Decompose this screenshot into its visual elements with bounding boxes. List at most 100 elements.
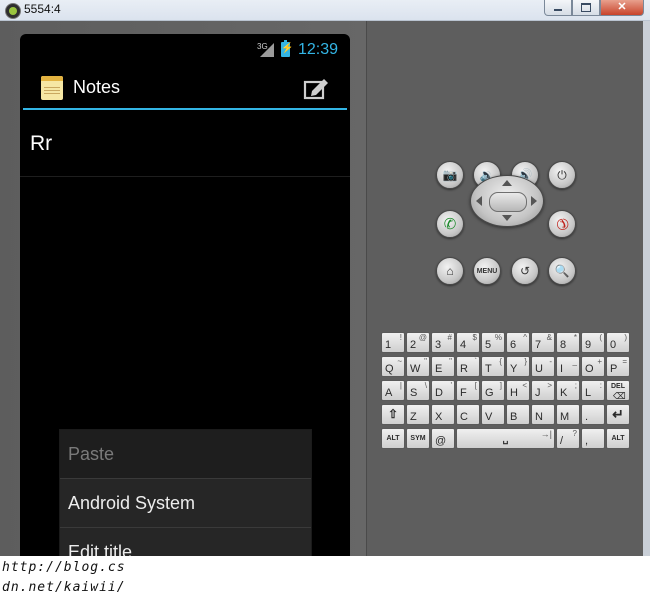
key[interactable]: K;: [556, 380, 580, 401]
key[interactable]: C: [456, 404, 480, 425]
key[interactable]: Z: [406, 404, 430, 425]
close-button[interactable]: [600, 0, 644, 16]
phone-screen: 3G 12:39 Notes Rr: [20, 34, 350, 556]
dpad-left-arrow-icon[interactable]: [476, 196, 482, 206]
alt-key[interactable]: ALT: [606, 428, 630, 449]
dpad-down-arrow-icon[interactable]: [502, 215, 512, 221]
maximize-button[interactable]: [572, 0, 600, 16]
key[interactable]: 2 @: [406, 332, 430, 353]
menu-button[interactable]: MENU: [473, 257, 501, 285]
key[interactable]: O +: [581, 356, 605, 377]
emulator-controls-panel: [366, 21, 644, 556]
key[interactable]: B: [506, 404, 530, 425]
compose-note-button[interactable]: [302, 75, 330, 101]
note-title: Rr: [30, 132, 53, 155]
window-titlebar: 5554:4: [0, 0, 650, 21]
key[interactable]: A |: [381, 380, 405, 401]
key[interactable]: I _: [556, 356, 580, 377]
key[interactable]: 1!: [381, 332, 405, 353]
key[interactable]: 5%: [481, 332, 505, 353]
key[interactable]: W ": [406, 356, 430, 377]
key[interactable]: F[: [456, 380, 480, 401]
window-controls: [544, 0, 644, 16]
watermark-line-1: http://blog.cs: [2, 560, 126, 575]
status-bar: 3G 12:39: [20, 34, 350, 64]
home-icon: ⌂: [446, 264, 454, 278]
enter-key[interactable]: ↵: [606, 404, 630, 425]
emulator-body: 3G 12:39 Notes Rr: [0, 21, 650, 556]
status-clock: 12:39: [298, 41, 339, 58]
alt-key[interactable]: ALT: [381, 428, 405, 449]
end-call-icon: ✆: [551, 213, 573, 235]
key[interactable]: 9(: [581, 332, 605, 353]
power-icon: ⏻: [557, 167, 567, 182]
key[interactable]: H <: [506, 380, 530, 401]
key[interactable]: 6 ^: [506, 332, 530, 353]
key[interactable]: 0): [606, 332, 630, 353]
key[interactable]: G]: [481, 380, 505, 401]
compose-icon: [303, 79, 328, 100]
call-button[interactable]: ✆: [436, 210, 464, 238]
sym-key[interactable]: SYM: [406, 428, 430, 449]
key[interactable]: Q ~: [381, 356, 405, 377]
menu-item-label: Android System: [68, 493, 196, 513]
key[interactable]: 3 #: [431, 332, 455, 353]
delete-key[interactable]: DEL ⌫: [606, 380, 630, 401]
power-button[interactable]: ⏻: [548, 161, 576, 189]
watermark-line-2: dn.net/kaiwii/: [2, 580, 126, 595]
signal-icon: [260, 43, 274, 57]
key[interactable]: ,: [581, 428, 605, 449]
key[interactable]: J >: [531, 380, 555, 401]
menu-label: MENU: [476, 267, 498, 275]
key[interactable]: E ": [431, 356, 455, 377]
window-title: 5554:4: [24, 2, 61, 16]
hardware-keyboard: 1! 2 @ 3 # 4 $ 5% 6 ^ 7 & 8 * 9( 0) Q ~ W " E " R…: [381, 332, 631, 452]
shift-icon: ⇧: [387, 407, 399, 421]
dpad-up-arrow-icon[interactable]: [502, 180, 512, 186]
dpad-right-arrow-icon[interactable]: [531, 196, 537, 206]
end-call-button[interactable]: ✆: [548, 210, 576, 238]
action-bar: Notes: [20, 71, 350, 107]
action-bar-divider: [23, 108, 347, 110]
key[interactable]: P =: [606, 356, 630, 377]
key[interactable]: /?: [556, 428, 580, 449]
minimize-button[interactable]: [544, 0, 572, 16]
search-button[interactable]: 🔍: [548, 257, 576, 285]
menu-item-edit-title[interactable]: Edit title: [60, 528, 311, 556]
back-button[interactable]: ↺: [511, 257, 539, 285]
menu-item-paste[interactable]: Paste: [60, 430, 311, 479]
list-item[interactable]: Rr: [20, 112, 350, 177]
menu-item-label: Paste: [68, 444, 115, 464]
space-icon: ␣: [502, 434, 509, 444]
key[interactable]: 8 *: [556, 332, 580, 353]
key[interactable]: X: [431, 404, 455, 425]
key[interactable]: @: [431, 428, 455, 449]
key[interactable]: 7 &: [531, 332, 555, 353]
key[interactable]: Y}: [506, 356, 530, 377]
emulator-app-icon: [5, 3, 21, 19]
menu-item-android-system[interactable]: Android System: [60, 479, 311, 528]
key[interactable]: D ': [431, 380, 455, 401]
enter-icon: ↵: [612, 406, 624, 422]
dpad-center-button[interactable]: [489, 192, 527, 212]
key[interactable]: L:: [581, 380, 605, 401]
shift-key[interactable]: ⇧: [381, 404, 405, 425]
notepad-icon: [41, 76, 63, 100]
key[interactable]: T{: [481, 356, 505, 377]
key[interactable]: U-: [531, 356, 555, 377]
dpad[interactable]: [470, 175, 544, 227]
backspace-icon: ⌫: [613, 391, 626, 401]
key[interactable]: 4 $: [456, 332, 480, 353]
home-button[interactable]: ⌂: [436, 257, 464, 285]
menu-item-label: Edit title: [68, 542, 133, 556]
key[interactable]: N: [531, 404, 555, 425]
key[interactable]: V: [481, 404, 505, 425]
key[interactable]: .: [581, 404, 605, 425]
camera-button[interactable]: 📷: [436, 161, 464, 189]
battery-charging-icon: [281, 40, 293, 57]
key[interactable]: M: [556, 404, 580, 425]
key[interactable]: S \: [406, 380, 430, 401]
key[interactable]: R `: [456, 356, 480, 377]
call-icon: ✆: [443, 216, 457, 233]
space-key[interactable]: ␣ →|: [456, 428, 555, 449]
